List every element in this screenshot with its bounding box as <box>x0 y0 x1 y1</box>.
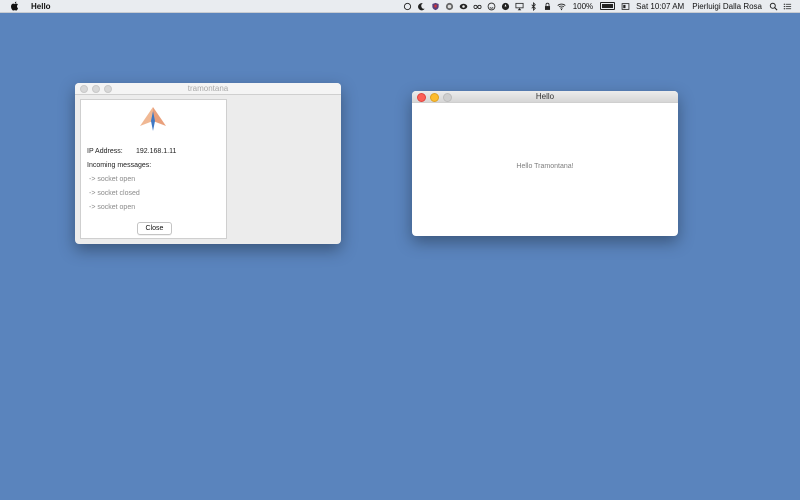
wifi-icon[interactable] <box>557 1 567 11</box>
message-item: -> socket closed <box>89 190 140 197</box>
circle-icon[interactable] <box>403 1 413 11</box>
battery-icon[interactable] <box>600 2 616 10</box>
ip-address-label: IP Address: <box>87 148 123 155</box>
zoom-window-button[interactable] <box>104 85 112 93</box>
notification-center-icon[interactable] <box>782 1 792 11</box>
display-icon[interactable] <box>620 1 630 11</box>
app-menu-title[interactable]: Hello <box>31 2 51 11</box>
airplay-icon[interactable] <box>515 1 525 11</box>
tramontana-window: tramontana IP Address: 192.168.1.11 Inco… <box>75 83 341 244</box>
tramontana-panel: IP Address: 192.168.1.11 Incoming messag… <box>80 99 227 239</box>
eye-icon[interactable] <box>459 1 469 11</box>
tramontana-logo-icon <box>140 107 166 131</box>
status-area: 100% Sat 10:07 AM Pierluigi Dalla Rosa <box>401 0 794 12</box>
minimize-window-button[interactable] <box>92 85 100 93</box>
battery-percent[interactable]: 100% <box>573 2 593 11</box>
incoming-messages-label: Incoming messages: <box>87 162 152 169</box>
message-item: -> socket open <box>89 176 136 183</box>
close-button[interactable]: Close <box>137 222 172 235</box>
minimize-window-button[interactable] <box>430 93 439 102</box>
window-controls <box>80 85 112 93</box>
user-menu[interactable]: Pierluigi Dalla Rosa <box>692 2 762 11</box>
window-title: tramontana <box>187 84 229 93</box>
tramontana-titlebar[interactable]: tramontana <box>75 83 341 95</box>
menu-bar: Hello 100% Sat 10:07 AM Pierluigi Dalla … <box>0 0 800 13</box>
hello-titlebar[interactable]: Hello <box>412 91 678 103</box>
apple-menu-icon[interactable] <box>10 1 19 11</box>
moon-icon[interactable] <box>417 1 427 11</box>
smiley-icon[interactable] <box>487 1 497 11</box>
hello-message: Hello Tramontana! <box>516 163 574 170</box>
vpn-icon[interactable] <box>445 1 455 11</box>
close-window-button[interactable] <box>417 93 426 102</box>
compass-icon[interactable] <box>501 1 511 11</box>
menu-clock[interactable]: Sat 10:07 AM <box>636 2 684 11</box>
close-window-button[interactable] <box>80 85 88 93</box>
bluetooth-icon[interactable] <box>529 1 539 11</box>
ip-address-value: 192.168.1.11 <box>136 148 177 155</box>
zoom-window-button[interactable] <box>443 93 452 102</box>
hello-window: Hello Hello Tramontana! <box>412 91 678 236</box>
lock-icon[interactable] <box>543 1 553 11</box>
message-item: -> socket open <box>89 204 136 211</box>
window-controls <box>417 93 452 102</box>
spotlight-icon[interactable] <box>768 1 778 11</box>
glasses-icon[interactable] <box>473 1 483 11</box>
shield-icon[interactable] <box>431 1 441 11</box>
